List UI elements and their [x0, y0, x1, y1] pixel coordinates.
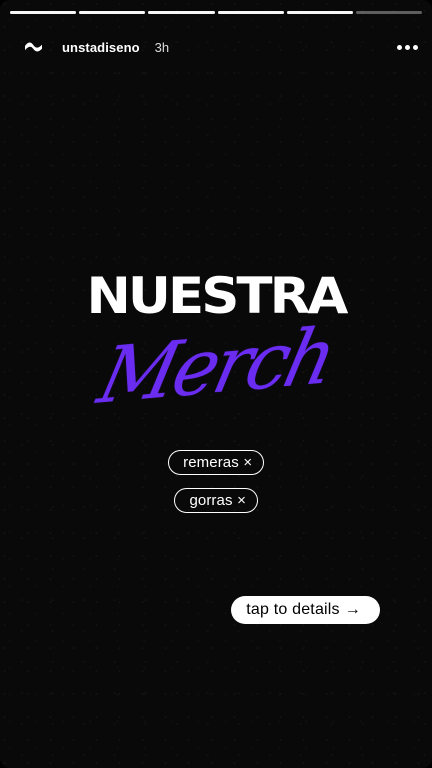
- progress-segment-1: [10, 11, 77, 14]
- progress-fill-5: [286, 11, 353, 14]
- close-icon[interactable]: ×: [243, 454, 253, 471]
- story-progress-bar: [10, 11, 423, 14]
- progress-segment-3: [148, 11, 215, 14]
- tap-details-label: tap to details: [246, 601, 340, 618]
- instagram-story: unstadiseno 3h NUESTRA Merch remeras × g…: [0, 0, 432, 768]
- more-dot-icon: [413, 44, 418, 50]
- tag-label: gorras: [189, 492, 233, 509]
- progress-fill-4: [217, 11, 284, 14]
- progress-segment-2: [79, 11, 146, 14]
- progress-segment-6: [355, 11, 423, 14]
- progress-fill-1: [10, 11, 77, 14]
- account-username[interactable]: unstadiseno: [62, 40, 140, 55]
- more-options-icon[interactable]: [397, 38, 418, 56]
- progress-segment-5: [286, 11, 353, 14]
- progress-fill-3: [148, 11, 215, 14]
- more-dot-icon: [405, 44, 410, 50]
- wave-logo-icon[interactable]: [24, 40, 43, 54]
- close-icon[interactable]: ×: [237, 492, 247, 509]
- story-header: unstadiseno 3h: [24, 37, 418, 57]
- progress-fill-2: [79, 11, 146, 14]
- more-dot-icon: [397, 44, 402, 50]
- tag-remeras[interactable]: remeras ×: [168, 450, 264, 475]
- arrow-right-icon: →: [344, 601, 361, 618]
- tag-label: remeras: [183, 454, 239, 471]
- story-timestamp: 3h: [154, 39, 170, 55]
- tap-details-button[interactable]: tap to details →: [231, 596, 380, 624]
- tag-gorras[interactable]: gorras ×: [174, 488, 258, 513]
- progress-segment-4: [217, 11, 284, 14]
